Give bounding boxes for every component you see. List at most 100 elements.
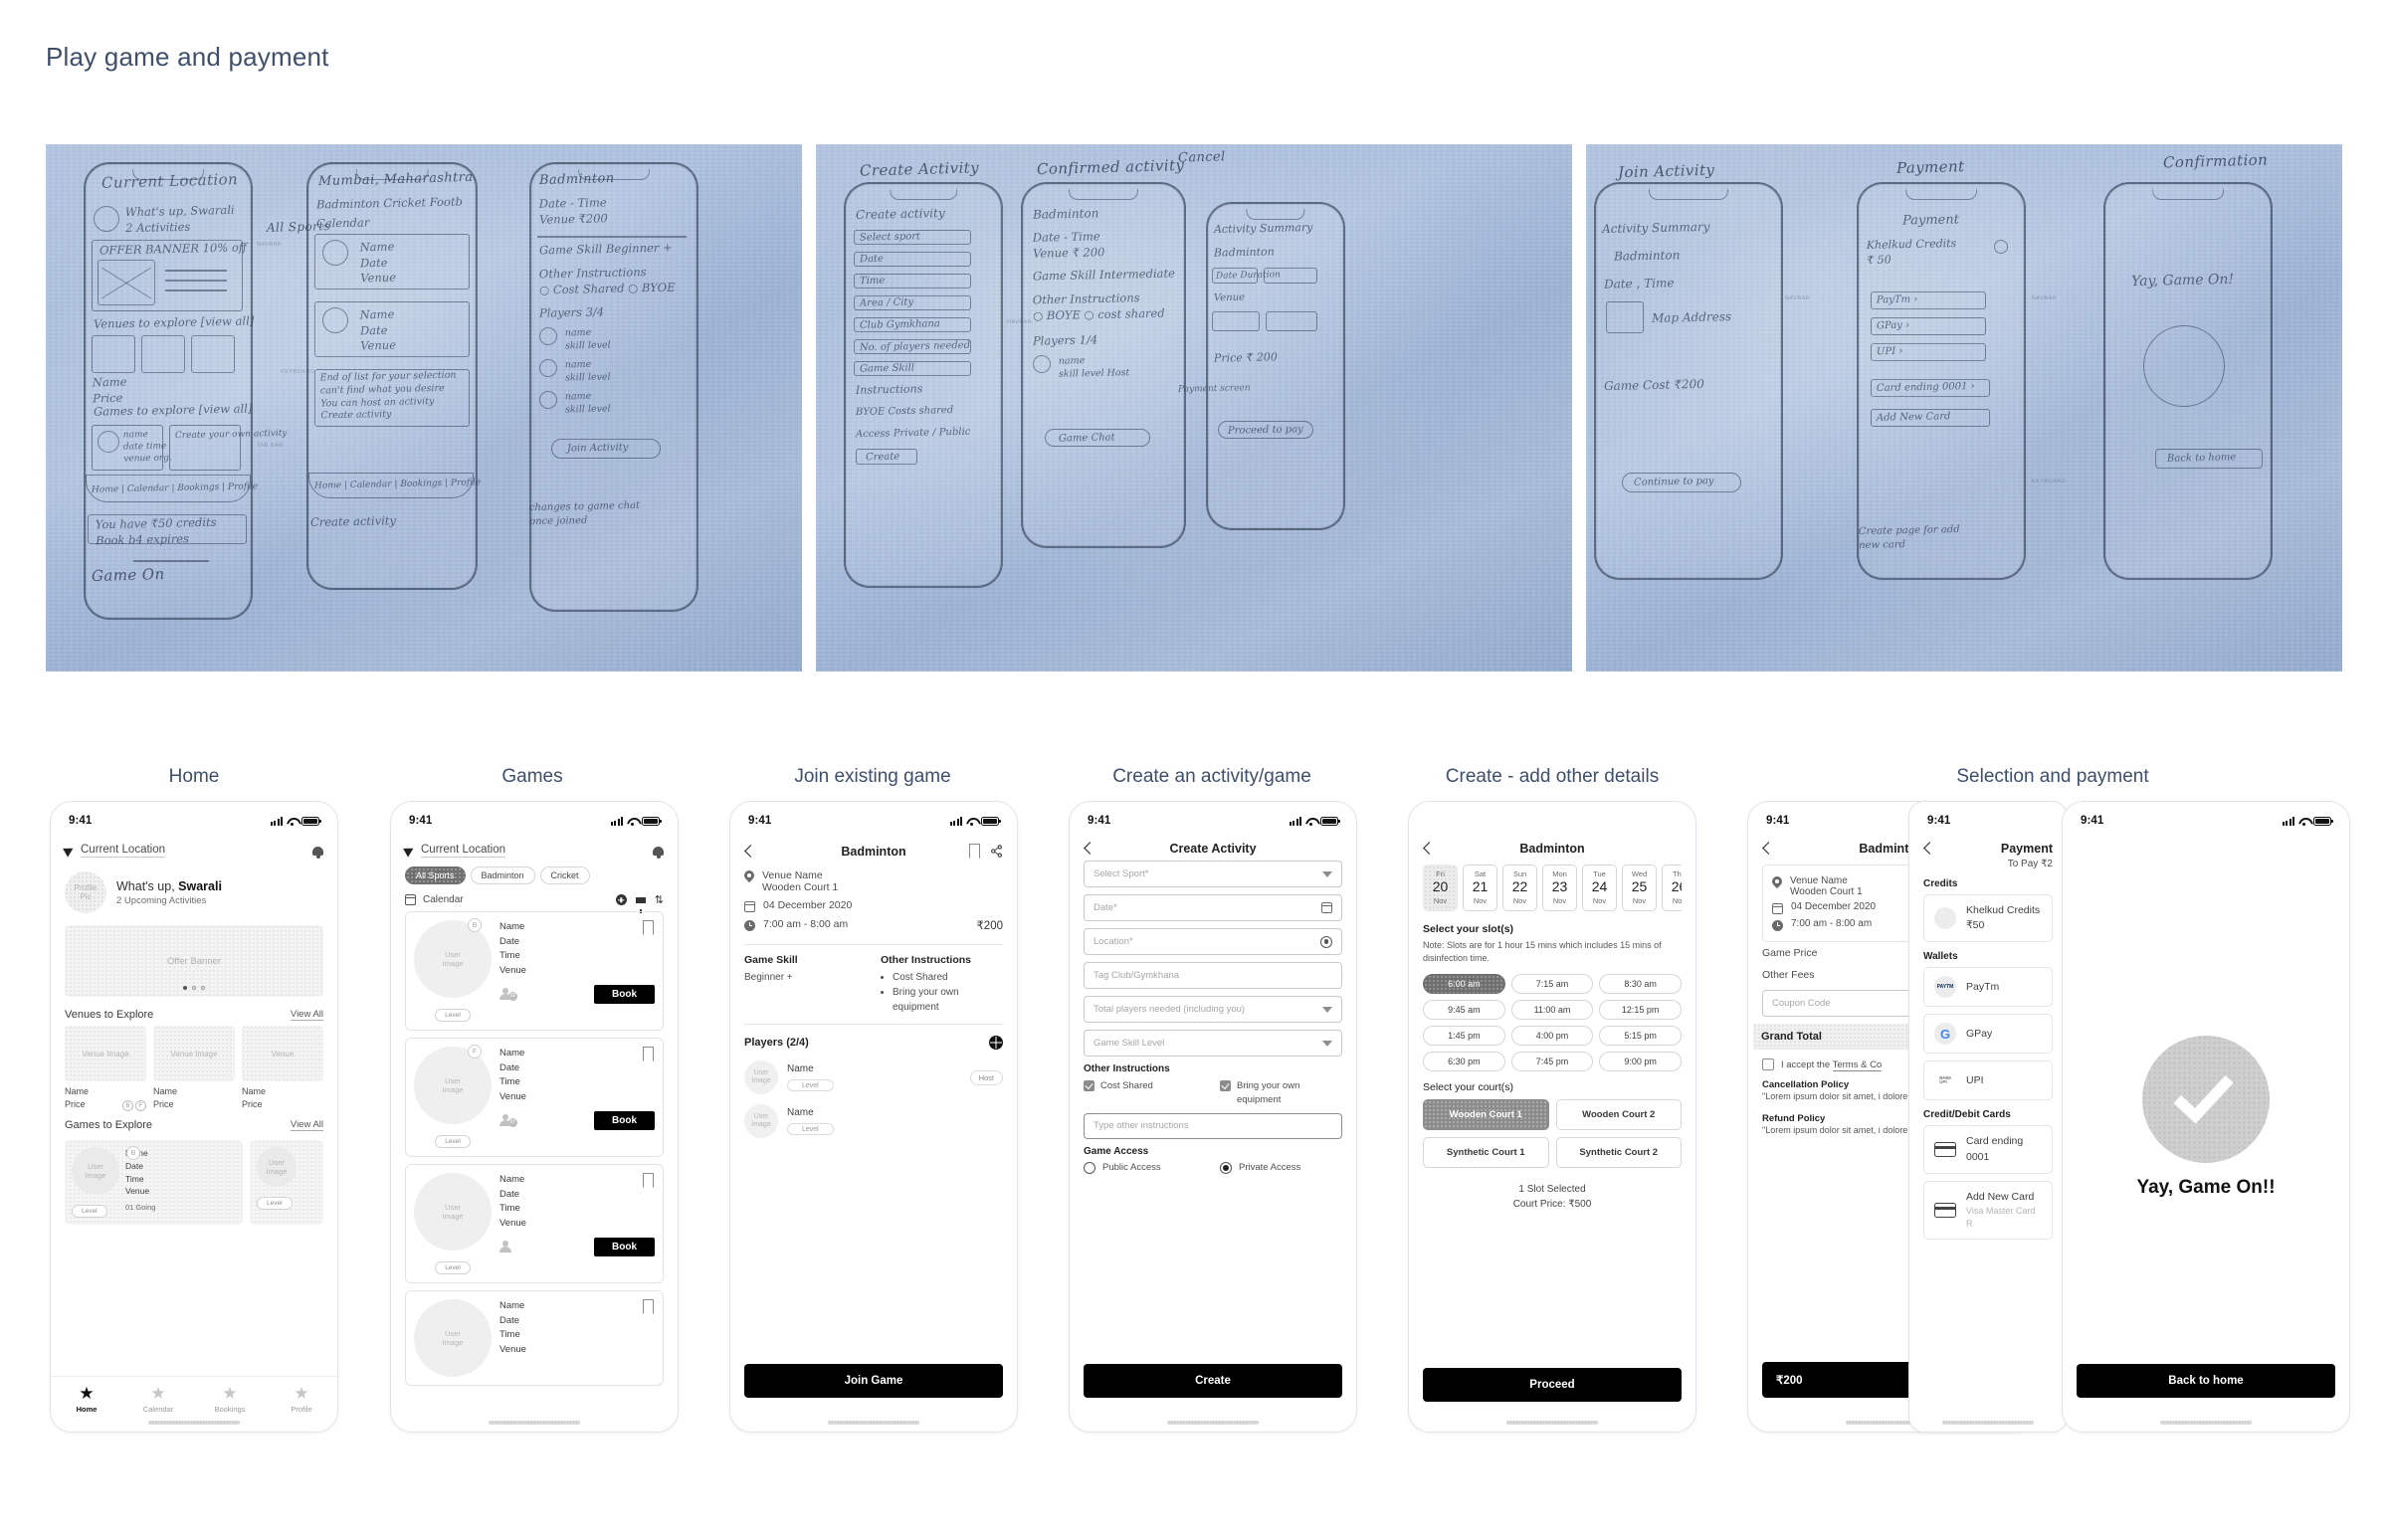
sketch-note-skilllevel-2: name skill level bbox=[564, 358, 611, 384]
location-label[interactable]: Current Location bbox=[421, 844, 506, 858]
court-heading: Select your court(s) bbox=[1423, 1080, 1514, 1093]
game-list-card[interactable]: F UserImage Level Name Date Time Venue bbox=[405, 1038, 664, 1157]
other-instructions-input[interactable]: Type other instructions bbox=[1084, 1112, 1342, 1139]
calendar-label[interactable]: Calendar bbox=[423, 894, 464, 905]
avatar[interactable]: Profile Pic bbox=[65, 871, 106, 913]
venue-card[interactable]: Venue Name Price bbox=[242, 1026, 323, 1111]
checkbox-cost-shared[interactable]: Cost Shared bbox=[1084, 1079, 1206, 1107]
location-row[interactable]: Current Location bbox=[403, 836, 664, 862]
games-view-all[interactable]: View All bbox=[290, 1119, 323, 1132]
tag-club-field[interactable]: Tag Club/Gymkhana bbox=[1084, 962, 1342, 989]
slot-option[interactable]: 12:15 pm bbox=[1599, 999, 1682, 1020]
court-name: Wooden Court 1 bbox=[1790, 886, 1863, 897]
slot-option[interactable]: 4:00 pm bbox=[1510, 1025, 1594, 1046]
credits-option[interactable]: Khelkud Credits ₹50 bbox=[1923, 894, 2053, 943]
total-players-field[interactable]: Total players needed (including you) bbox=[1084, 996, 1342, 1023]
share-icon[interactable] bbox=[990, 845, 1003, 858]
slot-option[interactable]: 6:00 am bbox=[1423, 973, 1505, 994]
slot-option[interactable]: 8:30 am bbox=[1599, 973, 1682, 994]
card-option-existing[interactable]: Card ending 0001 bbox=[1923, 1125, 2053, 1174]
tab-calendar[interactable]: ★ Calendar bbox=[122, 1385, 194, 1414]
court-option[interactable]: Wooden Court 1 bbox=[1423, 1098, 1549, 1130]
card-name: Card ending 0001 bbox=[1966, 1135, 2024, 1163]
venue-name: Venue Name bbox=[762, 869, 823, 881]
add-icon[interactable] bbox=[615, 894, 627, 905]
tab-bookings[interactable]: ★ Bookings bbox=[194, 1385, 266, 1414]
divider bbox=[744, 944, 1003, 945]
chip-all-sports[interactable]: All Sports bbox=[405, 866, 466, 884]
game-card-row: B UserImage Level Name Date Time Venue 0… bbox=[65, 1136, 323, 1226]
location-placeholder: Location* bbox=[1094, 936, 1133, 947]
court-option[interactable]: Wooden Court 2 bbox=[1555, 1098, 1682, 1130]
sort-icon[interactable]: ⇅ bbox=[655, 894, 664, 905]
checkbox-byoe[interactable]: Bring your own equipment bbox=[1220, 1079, 1342, 1107]
book-button[interactable]: Book bbox=[594, 1237, 655, 1256]
location-field[interactable]: Location* bbox=[1084, 928, 1342, 955]
date-cell[interactable]: Wed 25 Nov bbox=[1622, 865, 1657, 911]
wallet-option-upi[interactable]: BHIM UPI UPI bbox=[1923, 1060, 2053, 1101]
venues-view-all[interactable]: View All bbox=[290, 1009, 323, 1021]
radio-private-access[interactable]: Private Access bbox=[1220, 1161, 1342, 1174]
status-time: 9:41 bbox=[748, 815, 772, 827]
date-cell[interactable]: Fri 20 Nov bbox=[1423, 865, 1458, 911]
game-name: Name bbox=[499, 1174, 525, 1185]
date-cell[interactable]: Sun 22 Nov bbox=[1502, 865, 1537, 911]
game-skill-field[interactable]: Game Skill Level bbox=[1084, 1030, 1342, 1057]
slot-option[interactable]: 7:45 pm bbox=[1510, 1051, 1594, 1071]
proceed-button[interactable]: Proceed bbox=[1423, 1368, 1682, 1402]
wallet-option-paytm[interactable]: PAYTM PayTm bbox=[1923, 967, 2053, 1008]
sketch-note-chat: changes to game chat once joined bbox=[528, 499, 641, 527]
back-to-home-button[interactable]: Back to home bbox=[2077, 1364, 2335, 1398]
wallet-option-gpay[interactable]: G GPay bbox=[1923, 1014, 2053, 1055]
credits-name: Khelkud Credits bbox=[1966, 904, 2041, 916]
filter-icon[interactable] bbox=[635, 896, 646, 913]
date-cell[interactable]: Mon 23 Nov bbox=[1542, 865, 1577, 911]
court-option[interactable]: Synthetic Court 1 bbox=[1423, 1136, 1549, 1168]
slot-option[interactable]: 11:00 am bbox=[1510, 999, 1594, 1020]
nav-header: Create Activity bbox=[1084, 836, 1342, 861]
book-button[interactable]: Book bbox=[594, 984, 655, 1004]
slot-option[interactable]: 7:15 am bbox=[1510, 973, 1594, 994]
slot-option[interactable]: 5:15 pm bbox=[1599, 1025, 1682, 1046]
slot-option[interactable]: 9:00 pm bbox=[1599, 1051, 1682, 1071]
game-list-card[interactable]: User Image Name Date Time Venue bbox=[405, 1290, 664, 1386]
notification-bell-icon[interactable] bbox=[653, 845, 664, 859]
game-card[interactable]: B UserImage Level Name Date Time Venue 0… bbox=[65, 1140, 243, 1226]
date-day: 20 bbox=[1432, 878, 1449, 894]
details-columns: Game Skill Beginner + Other Instructions… bbox=[744, 954, 1003, 1015]
venue-card[interactable]: Venue Image Name Price bbox=[153, 1026, 235, 1111]
date-field[interactable]: Date* bbox=[1084, 894, 1342, 921]
game-list-card[interactable]: B UserImage Level Name Date Time Venue bbox=[405, 911, 664, 1031]
venue-card[interactable]: Venue Image Name Price B F bbox=[65, 1026, 146, 1112]
chip-cricket[interactable]: Cricket bbox=[539, 866, 590, 884]
terms-link[interactable]: Terms & Co bbox=[1832, 1059, 1883, 1071]
date-cell[interactable]: Tue 24 Nov bbox=[1582, 865, 1617, 911]
bookmark-icon[interactable] bbox=[969, 844, 980, 859]
slot-option[interactable]: 6:30 pm bbox=[1423, 1051, 1505, 1071]
game-card[interactable]: User Image Level bbox=[250, 1140, 323, 1226]
game-list-card[interactable]: User Image Level Name Date Time Venue Bo… bbox=[405, 1164, 664, 1283]
slot-option[interactable]: 9:45 am bbox=[1423, 999, 1505, 1020]
slot-option[interactable]: 1:45 pm bbox=[1423, 1025, 1505, 1046]
carousel-dots[interactable] bbox=[183, 986, 205, 990]
tab-home[interactable]: ★ Home bbox=[51, 1385, 122, 1414]
date-cell[interactable]: Thu 26 Nov bbox=[1662, 865, 1682, 911]
card-option-add-new[interactable]: Add New Card Visa Master Card R bbox=[1923, 1180, 2053, 1241]
tab-profile[interactable]: ★ Profile bbox=[266, 1385, 337, 1414]
sketch-note-access: Access Private / Public bbox=[855, 426, 971, 441]
globe-icon[interactable] bbox=[989, 1036, 1003, 1050]
court-option[interactable]: Synthetic Court 2 bbox=[1555, 1136, 1682, 1168]
join-game-button[interactable]: Join Game bbox=[744, 1364, 1003, 1398]
create-button[interactable]: Create bbox=[1084, 1364, 1342, 1398]
radio-public-access[interactable]: Public Access bbox=[1084, 1161, 1206, 1174]
date-strip[interactable]: Fri 20 Nov Sat 21 Nov Sun 22 Nov Mon 23 … bbox=[1423, 861, 1682, 913]
notification-bell-icon[interactable] bbox=[312, 845, 323, 859]
offer-banner[interactable]: Offer Banner bbox=[65, 925, 323, 997]
book-button[interactable]: Book bbox=[594, 1110, 655, 1130]
select-sport-field[interactable]: Select Sport* bbox=[1084, 861, 1342, 887]
checkbox-icon[interactable] bbox=[1762, 1059, 1774, 1070]
location-row[interactable]: Current Location bbox=[63, 836, 323, 862]
location-label[interactable]: Current Location bbox=[81, 844, 166, 858]
date-cell[interactable]: Sat 21 Nov bbox=[1463, 865, 1497, 911]
chip-badminton[interactable]: Badminton bbox=[470, 866, 535, 884]
